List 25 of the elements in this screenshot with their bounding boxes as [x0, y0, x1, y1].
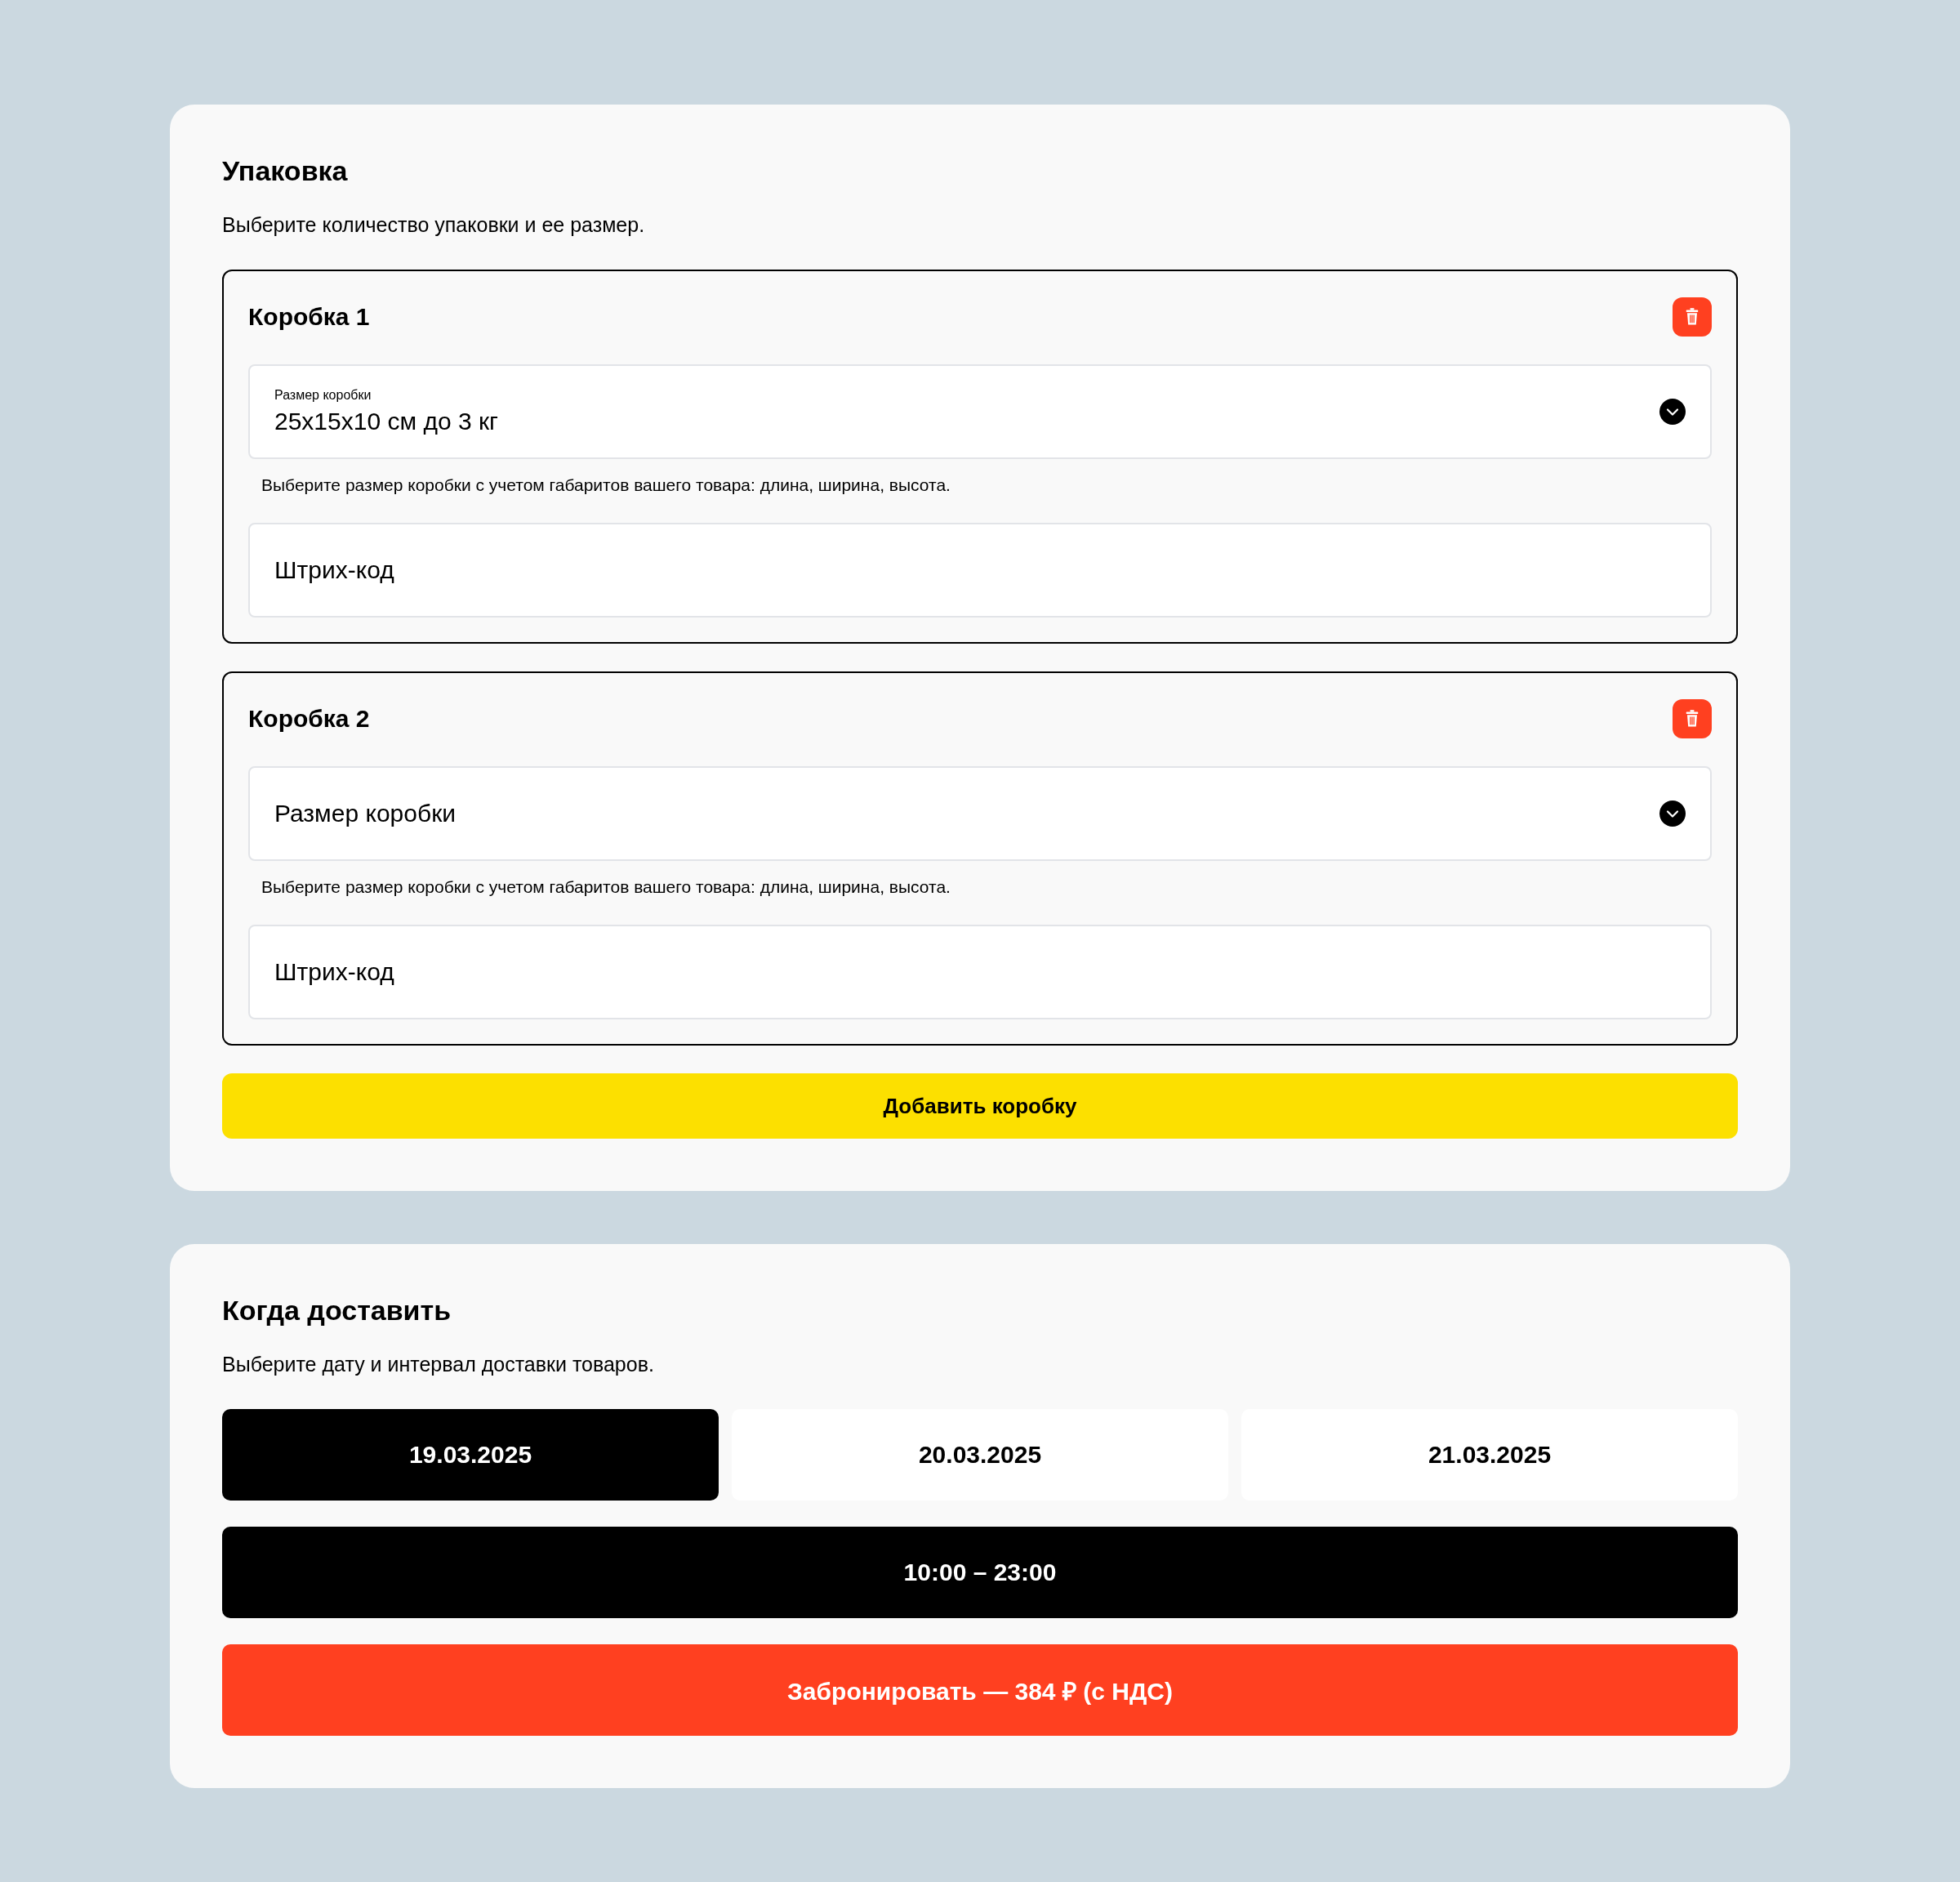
size-select[interactable]: Размер коробки	[248, 766, 1712, 861]
field-hint: Выберите размер коробки с учетом габаритов вашего товара: длина, ширина, высота.	[261, 877, 951, 897]
section-subtitle: Выберите дату и интервал доставки товаров.	[222, 1353, 655, 1376]
field-hint: Выберите размер коробки с учетом габаритов вашего товара: длина, ширина, высота.	[261, 475, 951, 495]
field-placeholder: Размер коробки	[274, 800, 457, 827]
date-tab[interactable]: 19.03.2025	[222, 1409, 719, 1501]
date-tab[interactable]: 20.03.2025	[732, 1409, 1228, 1501]
section-title: Упаковка	[222, 155, 349, 187]
field-label: Размер коробки	[274, 388, 372, 403]
size-select[interactable]: Размер коробки 25x15x10 см до 3 кг	[248, 364, 1712, 459]
chevron-down-icon	[1659, 801, 1686, 827]
delete-button[interactable]	[1673, 297, 1712, 337]
book-button[interactable]: Забронировать — 384 ₽ (с НДС)	[222, 1644, 1738, 1736]
date-tab[interactable]: 21.03.2025	[1241, 1409, 1738, 1501]
barcode-field[interactable]: Штрих-код	[248, 925, 1712, 1019]
box-title: Коробка 2	[248, 705, 370, 733]
interval-button[interactable]: 10:00 – 23:00	[222, 1527, 1738, 1618]
section-title: Когда доставить	[222, 1295, 452, 1327]
section-subtitle: Выберите количество упаковки и ее размер.	[222, 213, 646, 237]
field-value: 25x15x10 см до 3 кг	[274, 408, 498, 435]
delete-button[interactable]	[1673, 699, 1712, 738]
add-box-button[interactable]: Добавить коробку	[222, 1073, 1738, 1139]
box-title: Коробка 1	[248, 303, 370, 331]
barcode-field[interactable]: Штрих-код	[248, 523, 1712, 618]
chevron-down-icon	[1659, 399, 1686, 425]
